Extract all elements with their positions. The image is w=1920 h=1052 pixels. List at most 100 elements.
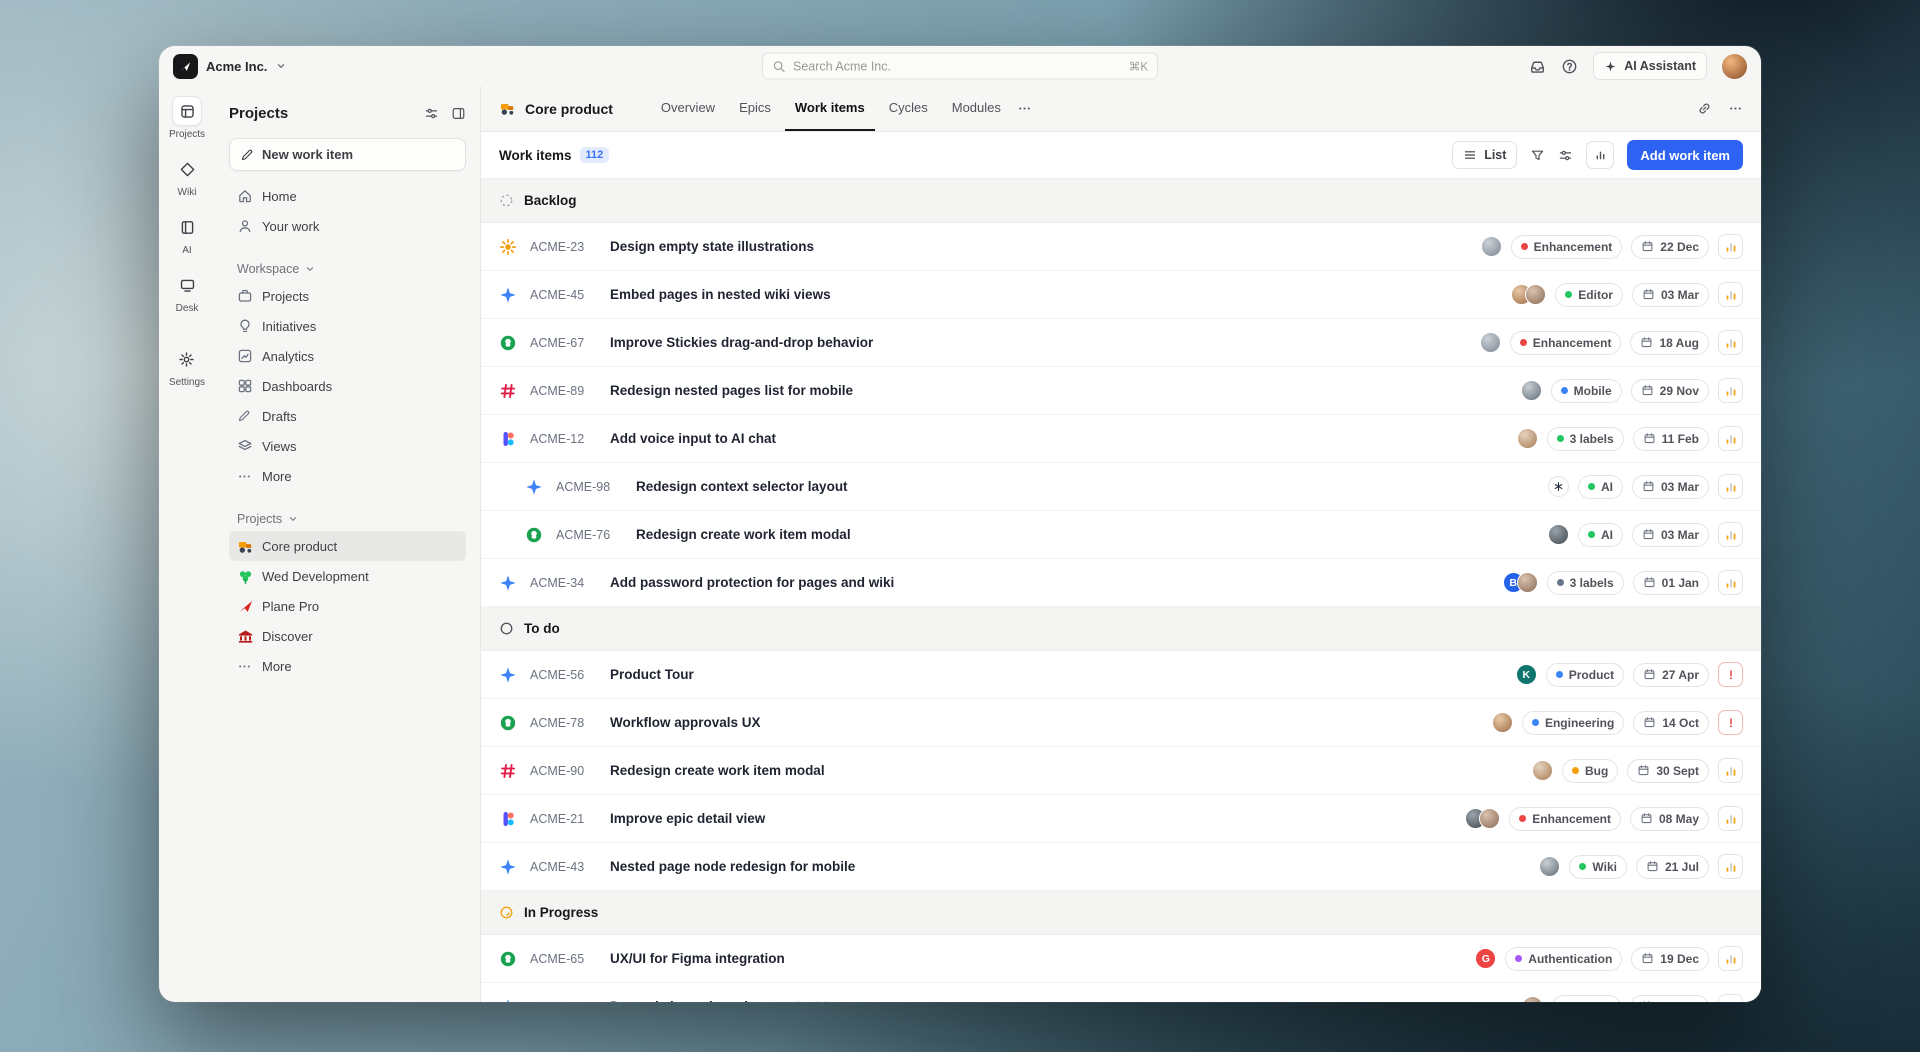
- sidebar-item-more[interactable]: More: [229, 461, 466, 491]
- tab-overview[interactable]: Overview: [651, 86, 725, 131]
- label-chip[interactable]: AI: [1578, 523, 1623, 547]
- progress-chart-icon[interactable]: [1718, 758, 1743, 783]
- due-date-chip[interactable]: 25 Aug: [1630, 995, 1709, 1003]
- group-header-in-progress[interactable]: In Progress: [481, 891, 1761, 935]
- sidebar-item-more[interactable]: More: [229, 651, 466, 681]
- sidebar-item-projects[interactable]: Projects: [229, 281, 466, 311]
- assignee-avatars[interactable]: G: [1475, 948, 1496, 969]
- sidebar-item-your-work[interactable]: Your work: [229, 211, 466, 241]
- label-chip[interactable]: Enhancement: [1511, 235, 1623, 259]
- analytics-button[interactable]: [1586, 141, 1614, 169]
- group-header-backlog[interactable]: Backlog: [481, 179, 1761, 223]
- copy-link-button[interactable]: [1697, 101, 1712, 116]
- due-date-chip[interactable]: 03 Mar: [1632, 475, 1709, 499]
- view-switcher-button[interactable]: List: [1452, 141, 1517, 169]
- sidebar-item-drafts[interactable]: Drafts: [229, 401, 466, 431]
- sidebar-item-dashboards[interactable]: Dashboards: [229, 371, 466, 401]
- work-item-row-acme-78[interactable]: ACME-78Workflow approvals UXEngineering1…: [481, 699, 1761, 747]
- assignee-avatars[interactable]: B: [1503, 572, 1538, 593]
- priority-urgent-icon[interactable]: [1718, 662, 1743, 687]
- assignee-avatars[interactable]: [1539, 856, 1560, 877]
- assignee-avatars[interactable]: [1511, 284, 1546, 305]
- assignee-avatars[interactable]: [1481, 236, 1502, 257]
- sidebar-item-analytics[interactable]: Analytics: [229, 341, 466, 371]
- work-item-row-acme-67[interactable]: ACME-67Improve Stickies drag-and-drop be…: [481, 319, 1761, 367]
- label-chip[interactable]: Enhancement: [1510, 331, 1622, 355]
- work-item-row-acme-89[interactable]: ACME-89Redesign nested pages list for mo…: [481, 367, 1761, 415]
- label-chip[interactable]: 3 labels: [1547, 571, 1624, 595]
- add-work-item-button[interactable]: Add work item: [1627, 140, 1743, 170]
- assignee-avatars[interactable]: [1480, 332, 1501, 353]
- rail-item-settings[interactable]: Settings: [169, 344, 205, 388]
- rail-item-projects[interactable]: Projects: [169, 96, 205, 140]
- group-header-to-do[interactable]: To do: [481, 607, 1761, 651]
- label-chip[interactable]: Bug: [1562, 759, 1618, 783]
- assignee-avatars[interactable]: [1492, 712, 1513, 733]
- assignee-avatars[interactable]: [1522, 996, 1543, 1002]
- sidebar-item-views[interactable]: Views: [229, 431, 466, 461]
- progress-chart-icon[interactable]: [1718, 994, 1743, 1002]
- progress-chart-icon[interactable]: [1718, 522, 1743, 547]
- assignee-avatars[interactable]: [1532, 760, 1553, 781]
- due-date-chip[interactable]: 03 Mar: [1632, 523, 1709, 547]
- assignee-avatars[interactable]: [1465, 808, 1500, 829]
- sidebar-section-projects-1[interactable]: Projects: [229, 507, 466, 531]
- label-chip[interactable]: AI: [1578, 475, 1623, 499]
- progress-chart-icon[interactable]: [1718, 330, 1743, 355]
- assignee-avatars[interactable]: [1521, 380, 1542, 401]
- filter-button[interactable]: [1530, 148, 1545, 163]
- due-date-chip[interactable]: 11 Feb: [1633, 427, 1709, 451]
- sidebar-section-workspace-0[interactable]: Workspace: [229, 257, 466, 281]
- progress-chart-icon[interactable]: [1718, 378, 1743, 403]
- sidebar-item-plane-pro[interactable]: Plane Pro: [229, 591, 466, 621]
- due-date-chip[interactable]: 21 Jul: [1636, 855, 1709, 879]
- due-date-chip[interactable]: 27 Apr: [1633, 663, 1709, 687]
- tab-epics[interactable]: Epics: [729, 86, 781, 131]
- new-work-item-button[interactable]: New work item: [229, 138, 466, 171]
- label-chip[interactable]: 3 labels: [1547, 427, 1624, 451]
- project-more-button[interactable]: [1728, 101, 1743, 116]
- rail-item-wiki[interactable]: Wiki: [172, 154, 202, 198]
- work-item-row-acme-98[interactable]: ACME-98Redesign context selector layoutA…: [481, 463, 1761, 511]
- due-date-chip[interactable]: 30 Sept: [1627, 759, 1709, 783]
- progress-chart-icon[interactable]: [1718, 474, 1743, 499]
- work-item-row-acme-56[interactable]: ACME-56Product TourKProduct27 Apr: [481, 651, 1761, 699]
- sidebar-collapse-button[interactable]: [451, 106, 466, 121]
- label-chip[interactable]: Mobile: [1551, 379, 1622, 403]
- work-item-row-acme-45[interactable]: ACME-45Embed pages in nested wiki viewsE…: [481, 271, 1761, 319]
- sidebar-item-discover[interactable]: Discover: [229, 621, 466, 651]
- due-date-chip[interactable]: 29 Nov: [1631, 379, 1709, 403]
- due-date-chip[interactable]: 08 May: [1630, 807, 1709, 831]
- sidebar-item-home[interactable]: Home: [229, 181, 466, 211]
- priority-urgent-icon[interactable]: [1718, 710, 1743, 735]
- label-chip[interactable]: Authentication: [1505, 947, 1622, 971]
- progress-chart-icon[interactable]: [1718, 806, 1743, 831]
- work-item-row-acme-76[interactable]: ACME-76Redesign create work item modalAI…: [481, 511, 1761, 559]
- user-avatar[interactable]: [1722, 54, 1747, 79]
- search-input[interactable]: [793, 59, 1122, 73]
- due-date-chip[interactable]: 22 Dec: [1631, 235, 1709, 259]
- label-chip[interactable]: Enhancement: [1509, 807, 1621, 831]
- tab-modules[interactable]: Modules: [942, 86, 1011, 131]
- due-date-chip[interactable]: 14 Oct: [1633, 711, 1709, 735]
- work-item-row-acme-43[interactable]: ACME-43Nested page node redesign for mob…: [481, 843, 1761, 891]
- work-item-row-acme-90[interactable]: ACME-90Redesign create work item modalBu…: [481, 747, 1761, 795]
- assignee-avatars[interactable]: K: [1516, 664, 1537, 685]
- label-chip[interactable]: Product: [1546, 663, 1624, 687]
- due-date-chip[interactable]: 18 Aug: [1630, 331, 1709, 355]
- rail-item-ai[interactable]: AI: [172, 212, 202, 256]
- inbox-button[interactable]: [1529, 58, 1546, 75]
- label-chip[interactable]: Billing: [1552, 995, 1622, 1003]
- progress-chart-icon[interactable]: [1718, 570, 1743, 595]
- rail-item-desk[interactable]: Desk: [172, 270, 202, 314]
- assignee-avatars[interactable]: [1517, 428, 1538, 449]
- work-item-row-acme-12[interactable]: ACME-12Add voice input to AI chat3 label…: [481, 415, 1761, 463]
- work-item-row-acme-21[interactable]: ACME-21Improve epic detail viewEnhanceme…: [481, 795, 1761, 843]
- work-item-row-acme-34[interactable]: ACME-34Add password protection for pages…: [481, 559, 1761, 607]
- help-button[interactable]: [1561, 58, 1578, 75]
- progress-chart-icon[interactable]: [1718, 426, 1743, 451]
- work-item-row-acme-23[interactable]: ACME-23Design empty state illustrationsE…: [481, 223, 1761, 271]
- ai-assistant-button[interactable]: AI Assistant: [1593, 52, 1707, 80]
- progress-chart-icon[interactable]: [1718, 946, 1743, 971]
- tabs-overflow-button[interactable]: [1011, 86, 1038, 131]
